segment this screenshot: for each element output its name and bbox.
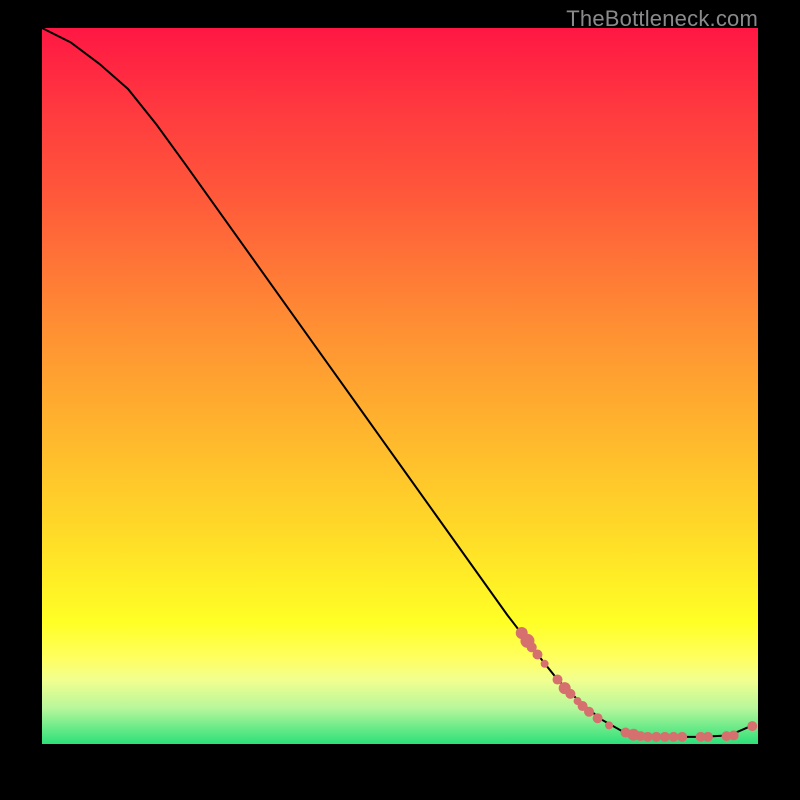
chart-svg (42, 28, 758, 744)
data-point (584, 707, 594, 717)
data-point (660, 732, 670, 742)
curve-line (42, 28, 751, 737)
data-point (532, 650, 542, 660)
data-points (516, 627, 758, 742)
data-point (651, 732, 661, 742)
data-point (593, 713, 603, 723)
data-point (605, 721, 613, 729)
data-point (729, 730, 739, 740)
data-point (677, 732, 687, 742)
data-point (553, 675, 563, 685)
data-point (565, 689, 575, 699)
plot-area (42, 28, 758, 744)
data-point (541, 660, 549, 668)
data-point (643, 732, 653, 742)
data-point (747, 721, 757, 731)
data-point (703, 732, 713, 742)
data-point (669, 732, 679, 742)
chart-frame: TheBottleneck.com (0, 0, 800, 800)
